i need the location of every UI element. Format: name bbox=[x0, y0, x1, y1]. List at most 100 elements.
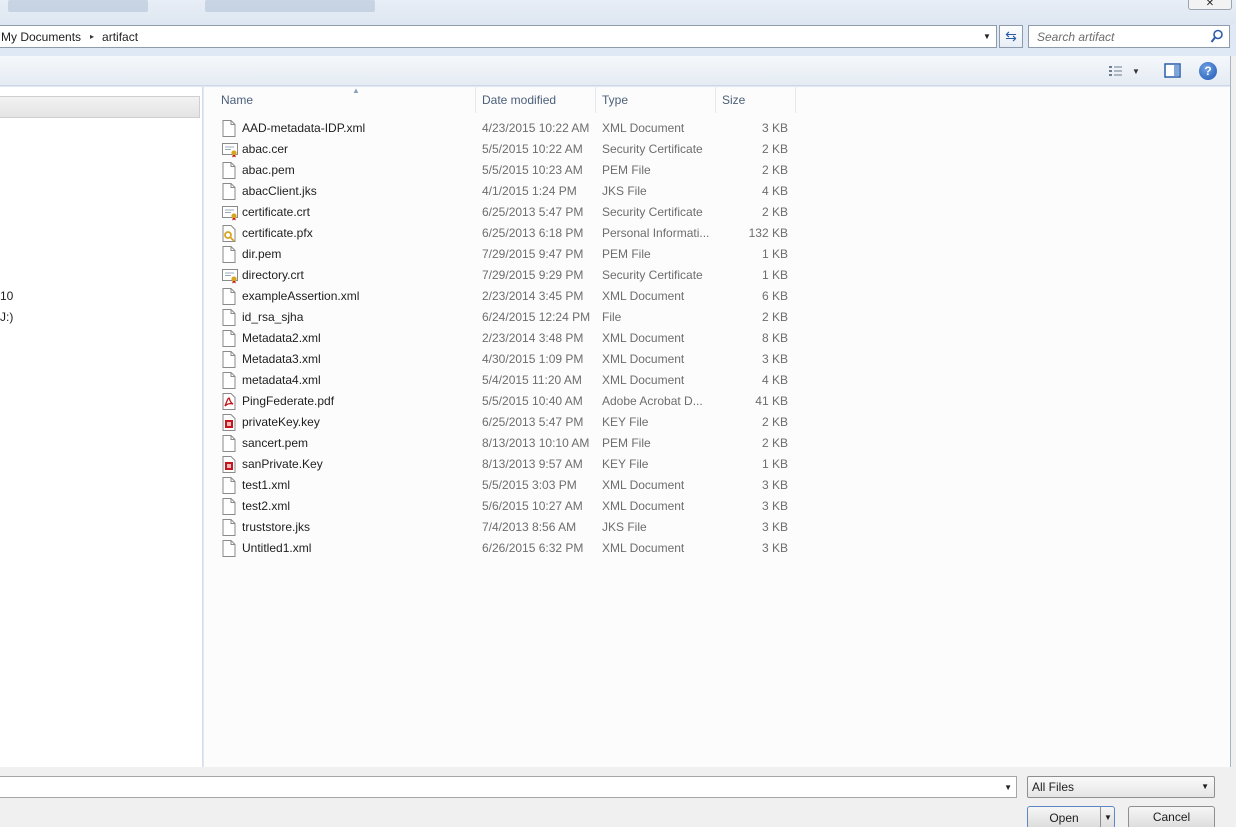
file-row[interactable]: Metadata2.xml 2/23/2014 3:48 PM XML Docume… bbox=[218, 328, 798, 349]
document-icon bbox=[222, 183, 236, 200]
file-row[interactable]: id_rsa_sjha 6/24/2015 12:24 PM File 2 KB bbox=[218, 307, 798, 328]
file-name: Metadata2.xml bbox=[242, 331, 321, 345]
search-input[interactable] bbox=[1037, 29, 1207, 44]
view-list-icon bbox=[1109, 66, 1122, 76]
sort-ascending-icon: ▲ bbox=[352, 86, 360, 95]
filename-field[interactable]: ▼ bbox=[0, 776, 1017, 798]
breadcrumb-my-documents[interactable]: My Documents bbox=[0, 30, 81, 44]
file-date-modified: 5/5/2015 10:23 AM bbox=[482, 163, 583, 177]
search-icon[interactable] bbox=[1210, 29, 1224, 44]
file-row[interactable]: certificate.pfx 6/25/2013 6:18 PM Personal… bbox=[218, 223, 798, 244]
file-size: 3 KB bbox=[761, 541, 788, 555]
document-icon bbox=[222, 120, 236, 137]
filename-dropdown-icon[interactable]: ▼ bbox=[1004, 777, 1012, 798]
file-row[interactable]: Untitled1.xml 6/26/2015 6:32 PM XML Docume… bbox=[218, 538, 798, 559]
file-name: sancert.pem bbox=[242, 436, 309, 450]
document-icon bbox=[222, 309, 236, 326]
file-date-modified: 6/25/2013 5:47 PM bbox=[482, 205, 584, 219]
nav-item-partial[interactable]: J:) bbox=[0, 310, 13, 324]
file-type: XML Document bbox=[602, 478, 685, 492]
open-button-label: Open bbox=[1049, 811, 1079, 825]
file-size: 2 KB bbox=[761, 142, 788, 156]
nav-selected-item[interactable] bbox=[0, 96, 200, 118]
preview-pane-button[interactable] bbox=[1163, 62, 1183, 80]
breadcrumb-artifact[interactable]: artifact bbox=[101, 30, 138, 44]
close-icon: ✕ bbox=[1205, 0, 1215, 9]
column-header-type-label: Type bbox=[602, 93, 629, 107]
file-row[interactable]: exampleAssertion.xml 2/23/2014 3:45 PM XML… bbox=[218, 286, 798, 307]
file-name: certificate.crt bbox=[242, 205, 311, 219]
file-date-modified: 8/13/2013 9:57 AM bbox=[482, 457, 583, 471]
file-row[interactable]: test2.xml 5/6/2015 10:27 AM XML Document 3 … bbox=[218, 496, 798, 517]
cancel-button[interactable]: Cancel bbox=[1128, 806, 1215, 827]
file-size: 1 KB bbox=[761, 268, 788, 282]
open-options-icon[interactable]: ▼ bbox=[1104, 807, 1112, 827]
toolbar: ▼ ? bbox=[0, 56, 1230, 86]
help-button[interactable]: ? bbox=[1199, 62, 1217, 80]
document-icon bbox=[222, 498, 236, 515]
nav-item-partial[interactable]: 10 bbox=[0, 289, 13, 303]
address-bar[interactable]: My Documents ▸ artifact ▼ bbox=[0, 25, 997, 48]
search-box[interactable] bbox=[1028, 25, 1230, 48]
file-size: 2 KB bbox=[761, 436, 788, 450]
document-icon bbox=[222, 372, 236, 389]
file-date-modified: 6/25/2013 6:18 PM bbox=[482, 226, 584, 240]
file-type: XML Document bbox=[602, 289, 685, 303]
file-type: Security Certificate bbox=[602, 142, 703, 156]
document-icon bbox=[222, 519, 236, 536]
refresh-button[interactable]: ⇆ bbox=[999, 25, 1023, 48]
file-size: 3 KB bbox=[761, 499, 788, 513]
file-row[interactable]: Metadata3.xml 4/30/2015 1:09 PM XML Docume… bbox=[218, 349, 798, 370]
file-type-select[interactable]: All Files ▼ bbox=[1027, 776, 1215, 798]
preview-pane-icon bbox=[1164, 63, 1181, 78]
file-date-modified: 7/29/2015 9:29 PM bbox=[482, 268, 584, 282]
file-row[interactable]: PingFederate.pdf 5/5/2015 10:40 AM Adobe A… bbox=[218, 391, 798, 412]
column-header-size[interactable]: Size bbox=[716, 87, 796, 113]
address-dropdown-icon[interactable]: ▼ bbox=[980, 26, 994, 47]
file-row[interactable]: directory.crt 7/29/2015 9:29 PM Security C… bbox=[218, 265, 798, 286]
file-row[interactable]: abac.cer 5/5/2015 10:22 AM Security Certif… bbox=[218, 139, 798, 160]
file-row[interactable]: test1.xml 5/5/2015 3:03 PM XML Document 3 K… bbox=[218, 475, 798, 496]
file-name: PingFederate.pdf bbox=[242, 394, 335, 408]
file-name: test1.xml bbox=[242, 478, 291, 492]
certificate-icon bbox=[222, 141, 238, 158]
file-type: Security Certificate bbox=[602, 268, 703, 282]
file-date-modified: 7/29/2015 9:47 PM bbox=[482, 247, 584, 261]
file-row[interactable]: sancert.pem 8/13/2013 10:10 AM PEM File 2 K… bbox=[218, 433, 798, 454]
document-icon bbox=[222, 246, 236, 263]
file-row[interactable]: privateKey.key 6/25/2013 5:47 PM KEY File 2… bbox=[218, 412, 798, 433]
column-header-name[interactable]: Name ▲ bbox=[215, 86, 476, 113]
chevron-down-icon[interactable]: ▼ bbox=[1132, 67, 1140, 76]
file-row[interactable]: abac.pem 5/5/2015 10:23 AM PEM File 2 KB bbox=[218, 160, 798, 181]
close-button[interactable]: ✕ bbox=[1188, 0, 1232, 10]
column-header-type[interactable]: Type bbox=[596, 87, 716, 113]
document-icon bbox=[222, 477, 236, 494]
change-view-button[interactable]: ▼ bbox=[1108, 63, 1148, 79]
column-header-size-label: Size bbox=[722, 93, 746, 107]
file-row[interactable]: metadata4.xml 5/4/2015 11:20 AM XML Docume… bbox=[218, 370, 798, 391]
file-row[interactable]: sanPrivate.Key 8/13/2013 9:57 AM KEY File 1… bbox=[218, 454, 798, 475]
file-name: Untitled1.xml bbox=[242, 541, 312, 555]
file-name: abac.cer bbox=[242, 142, 289, 156]
file-row[interactable]: truststore.jks 7/4/2013 8:56 AM JKS File 3 … bbox=[218, 517, 798, 538]
column-header-date-modified[interactable]: Date modified bbox=[476, 87, 596, 113]
document-icon bbox=[222, 330, 236, 347]
file-name: abacClient.jks bbox=[242, 184, 317, 198]
file-size: 2 KB bbox=[761, 163, 788, 177]
file-row[interactable]: certificate.crt 6/25/2013 5:47 PM Security… bbox=[218, 202, 798, 223]
file-name: exampleAssertion.xml bbox=[242, 289, 360, 303]
file-date-modified: 4/30/2015 1:09 PM bbox=[482, 352, 584, 366]
file-row[interactable]: AAD-metadata-IDP.xml 4/23/2015 10:22 AM XM… bbox=[218, 118, 798, 139]
file-type: XML Document bbox=[602, 499, 685, 513]
open-button[interactable]: Open ▼ bbox=[1027, 806, 1115, 827]
file-type: Adobe Acrobat D... bbox=[602, 394, 703, 408]
file-type: File bbox=[602, 310, 622, 324]
file-row[interactable]: dir.pem 7/29/2015 9:47 PM PEM File 1 KB bbox=[218, 244, 798, 265]
breadcrumb-separator-icon[interactable]: ▸ bbox=[90, 32, 94, 41]
pdf-icon bbox=[222, 393, 236, 410]
file-row[interactable]: abacClient.jks 4/1/2015 1:24 PM JKS File 4 … bbox=[218, 181, 798, 202]
refresh-icon: ⇆ bbox=[1005, 28, 1017, 44]
document-icon bbox=[222, 351, 236, 368]
file-date-modified: 5/5/2015 10:40 AM bbox=[482, 394, 583, 408]
file-type: XML Document bbox=[602, 121, 685, 135]
